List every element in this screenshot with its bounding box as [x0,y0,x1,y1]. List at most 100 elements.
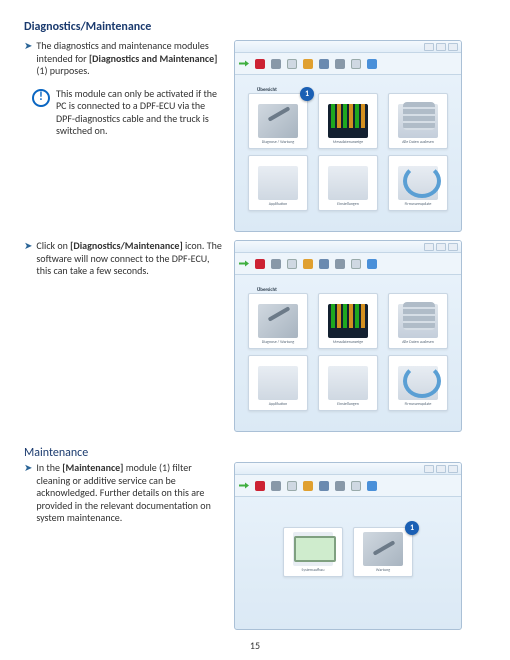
window-titlebar [235,463,461,475]
callout-badge: 1 [300,87,314,101]
toolbar-help-button[interactable] [367,481,377,491]
toolbar-docs-button[interactable] [351,59,361,69]
tile-diagnose[interactable]: Diagnose / Wartung [248,293,308,349]
callout-badge: 1 [405,521,419,535]
tile-alledaten[interactable]: Alle Daten auslesen [388,293,448,349]
page-number: 15 [0,639,510,652]
doc-icon [351,59,361,69]
bullet-text: The diagnostics and maintenance modules … [36,40,224,78]
tile-wartung[interactable]: 1 Wartung [353,527,413,577]
gear-icon [335,259,345,269]
cart-icon [319,259,329,269]
toolbar-docs-button[interactable] [351,259,361,269]
bullet-arrow-icon: ➤ [24,240,32,278]
toolbar-gear-button[interactable] [335,59,345,69]
app-body: Übersicht 1 Diagnose / Wartung Messdaten… [235,75,461,231]
tool-icon [303,259,313,269]
wrench-icon [363,532,403,566]
files-icon [328,166,368,200]
doc-icon [351,259,361,269]
app-body: Systemaufbau 1 Wartung [235,497,461,629]
tile-diagnose[interactable]: 1 Diagnose / Wartung [248,93,308,149]
toolbar-stop-button[interactable] [255,59,265,69]
bullet-arrow-icon: ➤ [24,40,32,78]
cart-icon [319,481,329,491]
window-titlebar [235,41,461,53]
window-titlebar [235,241,461,253]
toolbar [235,253,461,275]
toolbar-stop-button[interactable] [255,259,265,269]
toolbar-play-button[interactable] [239,259,249,269]
gears-icon [258,366,298,400]
toolbar-gear-button[interactable] [335,259,345,269]
toolbar-gear-button[interactable] [335,481,345,491]
section-heading-maintenance: Maintenance [24,446,486,460]
gear-icon [335,59,345,69]
window-close-button[interactable] [448,243,458,251]
toolbar-settings-button[interactable] [271,481,281,491]
info-note: ! This module can only be activated if t… [32,88,224,138]
app-window-figure-3: Systemaufbau 1 Wartung [234,462,462,630]
app-window-figure-1: Übersicht 1 Diagnose / Wartung Messdaten… [234,40,462,232]
gear-icon [271,259,281,269]
window-close-button[interactable] [448,465,458,473]
toolbar-cart-button[interactable] [319,259,329,269]
tile-applikation[interactable]: Applikation [248,155,308,211]
toolbar-help-button[interactable] [367,259,377,269]
window-maximize-button[interactable] [436,465,446,473]
tile-firmware[interactable]: Firmwareupdate [388,355,448,411]
help-icon [367,481,377,491]
bullet-arrow-icon: ➤ [24,462,32,525]
toolbar-tools-button[interactable] [303,481,313,491]
toolbar-play-button[interactable] [239,59,249,69]
note-text: This module can only be activated if the… [56,88,224,138]
files-icon [328,366,368,400]
toolbar-logger-button[interactable] [287,59,297,69]
play-icon [239,259,249,269]
window-maximize-button[interactable] [436,243,446,251]
doc-icon [287,481,297,491]
tile-firmware[interactable]: Firmwareupdate [388,155,448,211]
toolbar-tools-button[interactable] [303,259,313,269]
gear-icon [271,59,281,69]
database-icon [398,304,438,338]
toolbar-cart-button[interactable] [319,481,329,491]
bullet-text: Click on [Diagnostics/Maintenance] icon.… [36,240,224,278]
refresh-icon [398,366,438,400]
window-minimize-button[interactable] [424,465,434,473]
stop-icon [255,59,265,69]
tile-einstellungen[interactable]: Einstellungen [318,155,378,211]
window-close-button[interactable] [448,43,458,51]
window-minimize-button[interactable] [424,43,434,51]
gear-icon [271,481,281,491]
toolbar-logger-button[interactable] [287,259,297,269]
toolbar-cart-button[interactable] [319,59,329,69]
toolbar-help-button[interactable] [367,59,377,69]
toolbar [235,53,461,75]
wrench-icon [258,104,298,138]
toolbar-play-button[interactable] [239,481,249,491]
tile-einstellungen[interactable]: Einstellungen [318,355,378,411]
window-minimize-button[interactable] [424,243,434,251]
toolbar-settings-button[interactable] [271,259,281,269]
window-maximize-button[interactable] [436,43,446,51]
doc-icon [287,259,297,269]
tile-messdaten[interactable]: Messdatenanzeige [318,93,378,149]
toolbar-tools-button[interactable] [303,59,313,69]
tile-alledaten[interactable]: Alle Daten auslesen [388,93,448,149]
toolbar-logger-button[interactable] [287,481,297,491]
chart-icon [328,104,368,138]
toolbar-settings-button[interactable] [271,59,281,69]
tile-applikation[interactable]: Applikation [248,355,308,411]
tile-messdaten[interactable]: Messdatenanzeige [318,293,378,349]
toolbar-stop-button[interactable] [255,481,265,491]
doc-icon [351,481,361,491]
tile-systemaufbau[interactable]: Systemaufbau [283,527,343,577]
gear-icon [335,481,345,491]
doc-icon [287,59,297,69]
toolbar-docs-button[interactable] [351,481,361,491]
stop-icon [255,481,265,491]
section-heading-diagnostics: Diagnostics/Maintenance [24,20,486,34]
bullet-item: ➤ In the [Maintenance] module (1) filter… [24,462,224,525]
info-icon: ! [32,89,50,107]
